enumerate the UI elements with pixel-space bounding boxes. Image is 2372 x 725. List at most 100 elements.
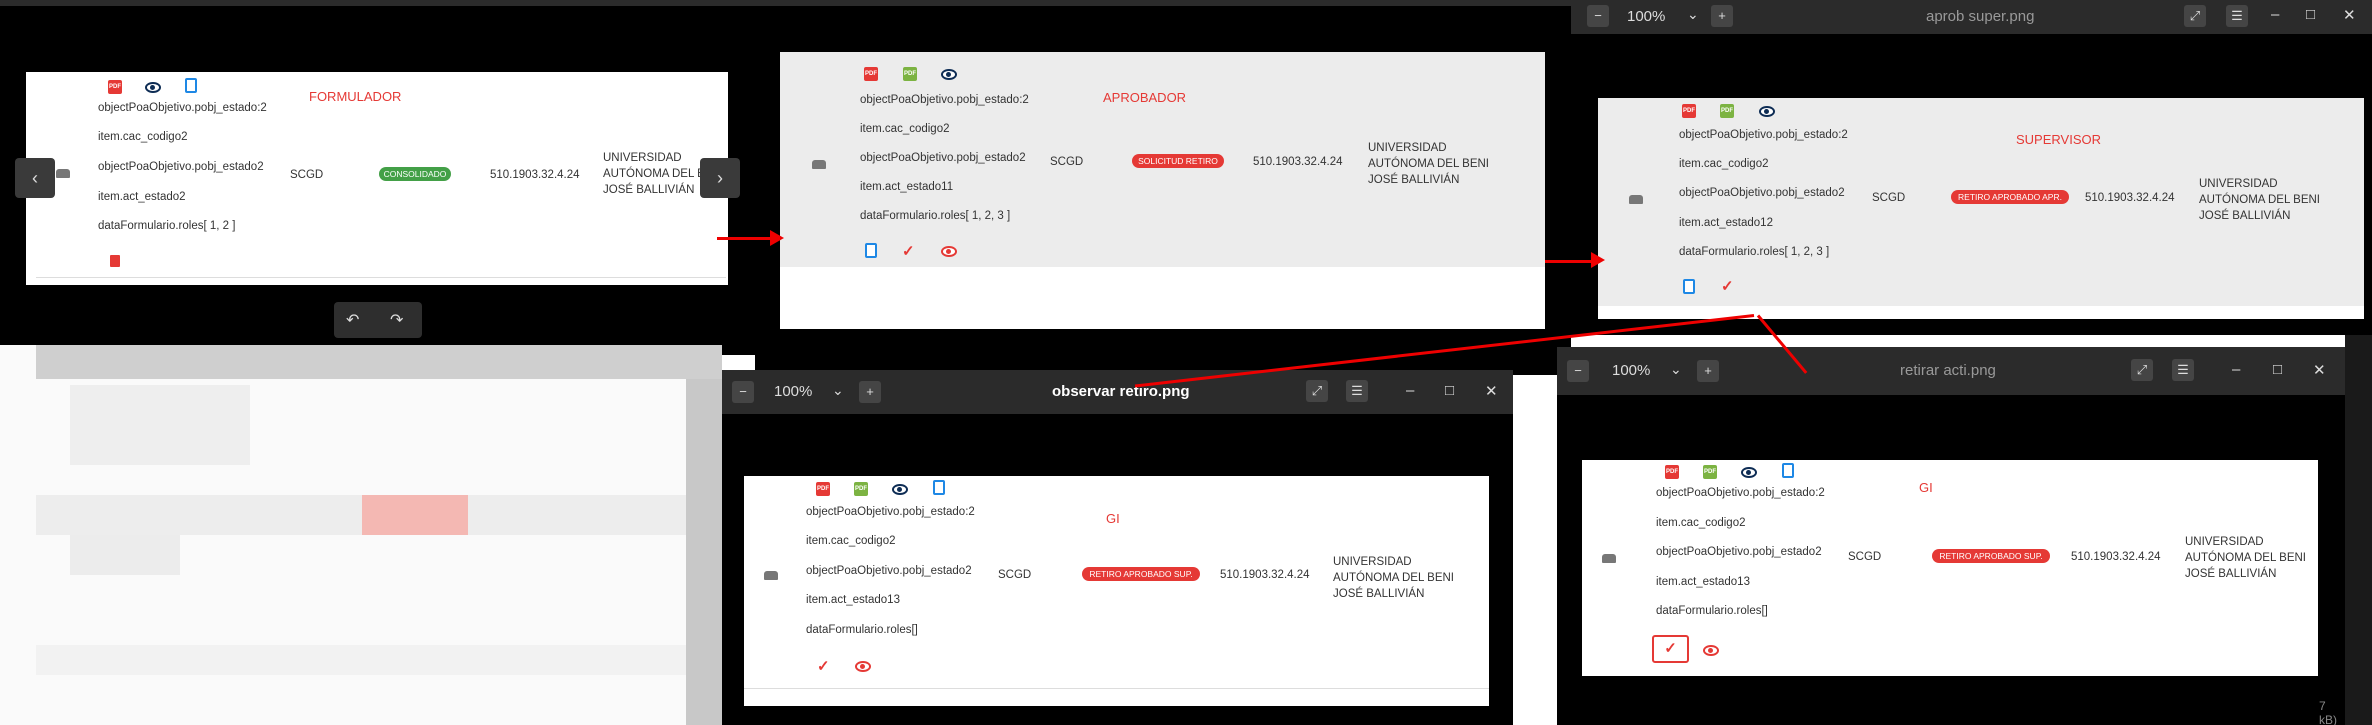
fullscreen-icon[interactable]: ⤢ bbox=[2131, 359, 2153, 381]
zoom-level[interactable]: 100% bbox=[774, 383, 812, 400]
check-icon[interactable]: ✓ bbox=[817, 657, 830, 675]
status-badge: RETIRO APROBADO SUP. bbox=[1082, 567, 1200, 581]
chevron-down-icon[interactable]: ⌄ bbox=[1670, 361, 1682, 378]
fullscreen-icon[interactable]: ⤢ bbox=[1306, 380, 1328, 402]
chevron-down-icon[interactable]: ⌄ bbox=[832, 382, 844, 399]
check-icon[interactable]: ✓ bbox=[902, 242, 915, 260]
role-label: GI bbox=[1919, 480, 1933, 495]
eye-icon[interactable] bbox=[1703, 645, 1719, 656]
menu-icon[interactable]: ☰ bbox=[1346, 380, 1368, 402]
clipboard-icon[interactable] bbox=[933, 480, 945, 495]
trash-icon[interactable] bbox=[110, 255, 120, 267]
field-line: dataFormulario.roles[] bbox=[1656, 605, 1768, 617]
eye-icon[interactable] bbox=[892, 484, 908, 495]
chevron-down-icon[interactable]: ⌄ bbox=[1687, 6, 1699, 23]
car-icon bbox=[1602, 554, 1616, 563]
eye-icon[interactable] bbox=[1759, 106, 1775, 117]
zoom-level[interactable]: 100% bbox=[1612, 362, 1650, 379]
field-line: item.act_estado13 bbox=[1656, 576, 1750, 588]
field-line: item.act_estado11 bbox=[860, 181, 954, 193]
close-icon[interactable]: ✕ bbox=[2313, 361, 2326, 379]
area-cell: SCGD bbox=[290, 169, 324, 181]
prev-image-button[interactable]: ‹ bbox=[15, 158, 55, 198]
viewer-headerbar: − 100% ⌄ + observar retiro.png ⤢ ☰ – □ ✕ bbox=[722, 370, 1513, 414]
field-line: dataFormulario.roles[ 1, 2, 3 ] bbox=[860, 210, 1011, 222]
zoom-in-button[interactable]: + bbox=[1697, 360, 1719, 382]
field-line: objectPoaObjetivo.pobj_estado:2 bbox=[1656, 487, 1825, 499]
univ-line: JOSÉ BALLIVIÁN bbox=[1333, 588, 1425, 600]
zoom-out-button[interactable]: − bbox=[1567, 360, 1589, 382]
fullscreen-icon[interactable]: ⤢ bbox=[2184, 5, 2206, 27]
eye-icon[interactable] bbox=[855, 661, 871, 672]
field-line: item.act_estado12 bbox=[1679, 217, 1773, 229]
pdf-icon[interactable]: PDF bbox=[108, 80, 122, 94]
univ-line: JOSÉ BALLIVIÁN bbox=[2185, 568, 2277, 580]
status-badge: RETIRO APROBADO SUP. bbox=[1932, 549, 2050, 563]
titlebar-fragment bbox=[0, 0, 755, 6]
viewer-formulador: PDF FORMULADOR objectPoaObjetivo.pobj_es… bbox=[0, 0, 755, 355]
eye-icon[interactable] bbox=[1741, 467, 1757, 478]
minimize-icon[interactable]: – bbox=[1406, 382, 1414, 399]
menu-icon[interactable]: ☰ bbox=[2226, 5, 2248, 27]
field-line: objectPoaObjetivo.pobj_estado2 bbox=[806, 565, 972, 577]
form-icon[interactable]: PDF bbox=[903, 67, 917, 81]
univ-line: UNIVERSIDAD bbox=[2199, 178, 2278, 190]
pdf-icon[interactable]: PDF bbox=[1665, 465, 1679, 479]
role-label: FORMULADOR bbox=[309, 89, 402, 104]
code-cell: 510.1903.32.4.24 bbox=[1253, 156, 1343, 168]
zoom-in-button[interactable]: + bbox=[1711, 5, 1733, 27]
viewer-aprobador: PDF PDF APROBADOR objectPoaObjetivo.pobj… bbox=[755, 0, 1571, 375]
area-cell: SCGD bbox=[1872, 192, 1906, 204]
pdf-icon[interactable]: PDF bbox=[864, 67, 878, 81]
rotate-right-icon[interactable]: ↷ bbox=[390, 310, 403, 330]
pdf-icon[interactable]: PDF bbox=[816, 482, 830, 496]
clipboard-icon[interactable] bbox=[1782, 463, 1794, 478]
code-cell: 510.1903.32.4.24 bbox=[490, 169, 580, 181]
maximize-icon[interactable]: □ bbox=[2273, 361, 2282, 378]
flow-arrow bbox=[1545, 260, 1593, 263]
form-icon[interactable]: PDF bbox=[854, 482, 868, 496]
pdf-icon[interactable]: PDF bbox=[1682, 104, 1696, 118]
check-button[interactable]: ✓ bbox=[1652, 635, 1689, 663]
field-line: item.cac_codigo2 bbox=[1656, 517, 1746, 529]
close-icon[interactable]: ✕ bbox=[1485, 382, 1498, 400]
arrow-head bbox=[1591, 252, 1605, 268]
check-icon[interactable]: ✓ bbox=[1721, 277, 1734, 295]
clipboard-icon[interactable] bbox=[865, 243, 877, 258]
card-observar: PDF PDF objectPoaObjetivo.pobj_estado:2 … bbox=[744, 476, 1489, 706]
form-icon[interactable]: PDF bbox=[1720, 104, 1734, 118]
car-icon bbox=[812, 160, 826, 169]
menu-icon[interactable]: ☰ bbox=[2172, 359, 2194, 381]
eye-icon[interactable] bbox=[145, 82, 161, 93]
clipboard-icon[interactable] bbox=[1683, 279, 1695, 294]
maximize-icon[interactable]: □ bbox=[1445, 382, 1454, 399]
close-icon[interactable]: ✕ bbox=[2343, 6, 2356, 24]
form-icon[interactable]: PDF bbox=[1703, 465, 1717, 479]
card-supervisor: PDF PDF objectPoaObjetivo.pobj_estado:2 … bbox=[1598, 98, 2364, 319]
field-line: objectPoaObjetivo.pobj_estado:2 bbox=[806, 506, 975, 518]
maximize-icon[interactable]: □ bbox=[2306, 6, 2315, 23]
eye-icon[interactable] bbox=[941, 246, 957, 257]
zoom-out-button[interactable]: − bbox=[732, 381, 754, 403]
field-line: item.cac_codigo2 bbox=[1679, 158, 1769, 170]
code-cell: 510.1903.32.4.24 bbox=[1220, 569, 1310, 581]
arrow-head bbox=[770, 230, 784, 246]
minimize-icon[interactable]: – bbox=[2232, 361, 2240, 378]
zoom-in-button[interactable]: + bbox=[859, 381, 881, 403]
next-image-button[interactable]: › bbox=[700, 158, 740, 198]
univ-line: JOSÉ BALLIVIÁN bbox=[1368, 174, 1460, 186]
field-line: objectPoaObjetivo.pobj_estado2 bbox=[1656, 546, 1822, 558]
zoom-level[interactable]: 100% bbox=[1627, 8, 1665, 25]
area-cell: SCGD bbox=[998, 569, 1032, 581]
zoom-out-button[interactable]: − bbox=[1587, 5, 1609, 27]
background-strip bbox=[2345, 335, 2372, 725]
window-title: observar retiro.png bbox=[1052, 383, 1190, 400]
rotate-left-icon[interactable]: ↶ bbox=[346, 310, 359, 330]
clipboard-icon[interactable] bbox=[185, 78, 197, 93]
role-label: SUPERVISOR bbox=[2016, 132, 2102, 147]
status-badge: SOLICITUD RETIRO bbox=[1132, 154, 1224, 168]
field-line: objectPoaObjetivo.pobj_estado2 bbox=[1679, 187, 1845, 199]
viewer-headerbar: − 100% ⌄ + retirar acti.png ⤢ ☰ – □ ✕ bbox=[1557, 347, 2345, 395]
minimize-icon[interactable]: – bbox=[2271, 6, 2279, 23]
eye-icon[interactable] bbox=[941, 69, 957, 80]
